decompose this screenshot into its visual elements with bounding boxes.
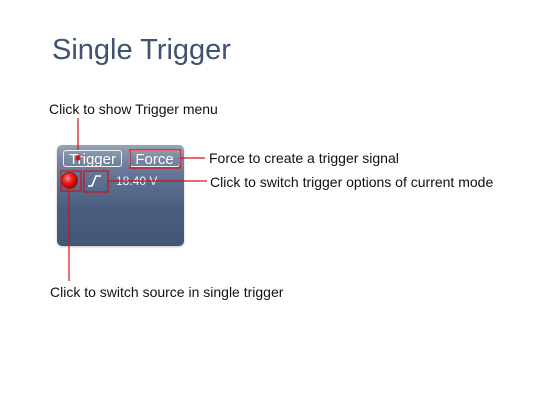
rising-edge-icon [88, 175, 101, 187]
force-trigger-button[interactable]: Force [129, 150, 180, 168]
trigger-menu-annotation: Click to show Trigger menu [49, 101, 218, 117]
trigger-level-value: 18.40 V [116, 174, 158, 188]
trigger-source-button[interactable] [62, 173, 77, 188]
switch-options-annotation: Click to switch trigger options of curre… [210, 174, 494, 190]
trigger-panel: Trigger Force 18.40 V [57, 145, 184, 246]
force-annotation: Force to create a trigger signal [209, 150, 399, 166]
trigger-edge-button[interactable] [85, 172, 103, 189]
switch-source-annotation: Click to switch source in single trigger [50, 284, 284, 300]
page-title: Single Trigger [52, 34, 231, 66]
trigger-menu-button[interactable]: Trigger [63, 150, 122, 168]
